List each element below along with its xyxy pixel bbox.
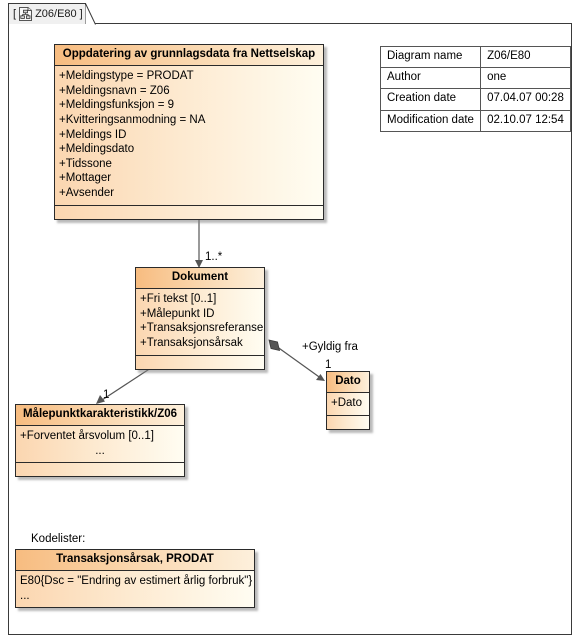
attribute: +Meldingstype = PRODAT bbox=[59, 70, 194, 83]
attribute: +Målepunkt ID bbox=[140, 307, 215, 320]
info-value: one bbox=[480, 67, 571, 90]
class-attributes: E80{Dsc = "Endring av estimert årlig for… bbox=[16, 571, 254, 607]
attribute: +Tidssone bbox=[59, 157, 112, 170]
class-box-malepunktkarakteristikk[interactable]: Målepunktkarakteristikk/Z06 +Forventet å… bbox=[15, 404, 185, 478]
info-key: Modification date bbox=[379, 109, 482, 132]
tab-bracket-open: [ bbox=[13, 7, 17, 20]
tab-skew-edge bbox=[85, 3, 96, 25]
class-attributes: +Meldingstype = PRODAT +Meldingsnavn = Z… bbox=[55, 66, 323, 206]
class-title: Dokument bbox=[136, 268, 264, 290]
attribute: +Meldings ID bbox=[59, 128, 127, 141]
attribute: +Meldingsfunksjon = 9 bbox=[59, 99, 175, 112]
tab-bracket-close: ] bbox=[79, 7, 83, 20]
kodelister-heading: Kodelister: bbox=[31, 533, 86, 545]
class-box-dato[interactable]: Dato +Dato bbox=[326, 371, 370, 430]
info-key: Diagram name bbox=[379, 45, 482, 69]
class-attributes: +Forventet årsvolum [0..1] ... bbox=[16, 426, 184, 464]
class-box-oppdatering[interactable]: Oppdatering av grunnlagsdata fra Nettsel… bbox=[54, 44, 324, 220]
class-title: Målepunktkarakteristikk/Z06 bbox=[16, 405, 184, 427]
class-box-dokument[interactable]: Dokument +Fri tekst [0..1] +Målepunkt ID… bbox=[135, 267, 265, 370]
attribute: +Transaksjonsreferanse bbox=[140, 322, 264, 335]
attribute: +Meldingsdato bbox=[59, 143, 135, 156]
diagram-info-table: Diagram name Z06/E80 Author one Creation… bbox=[379, 45, 571, 132]
info-value: Z06/E80 bbox=[480, 45, 571, 69]
table-row: Creation date 07.04.07 00:28 bbox=[379, 88, 571, 111]
multiplicity-dokument: 1..* bbox=[205, 251, 223, 263]
info-key: Creation date bbox=[379, 88, 482, 111]
attribute: +Mottager bbox=[59, 172, 112, 185]
class-operations bbox=[327, 416, 369, 429]
attribute: +Meldingsnavn = Z06 bbox=[59, 84, 170, 97]
class-attributes: +Dato bbox=[327, 393, 369, 416]
multiplicity-dato: 1 bbox=[325, 359, 332, 371]
class-title: Oppdatering av grunnlagsdata fra Nettsel… bbox=[55, 45, 323, 67]
table-row: Modification date 02.10.07 12:54 bbox=[379, 109, 571, 132]
info-value: 07.04.07 00:28 bbox=[480, 88, 571, 111]
attribute: ... bbox=[95, 444, 105, 457]
attribute: +Fri tekst [0..1] bbox=[140, 293, 217, 306]
attribute: +Kvitteringsanmodning = NA bbox=[59, 114, 206, 126]
class-operations bbox=[136, 356, 264, 369]
class-title: Dato bbox=[327, 372, 369, 394]
tab-label: Z06/E80 bbox=[35, 7, 77, 20]
role-gyldig-fra: +Gyldig fra bbox=[302, 341, 358, 353]
info-key: Author bbox=[379, 67, 482, 90]
diagram-canvas[interactable]: Diagram name Z06/E80 Author one Creation… bbox=[8, 23, 572, 635]
table-row: Author one bbox=[379, 67, 571, 90]
class-operations bbox=[55, 206, 323, 219]
uml-diagram-window: [ Z06/E80 ] Diagram name Z06/E80 Author … bbox=[0, 0, 580, 643]
class-operations bbox=[16, 463, 184, 476]
table-row: Diagram name Z06/E80 bbox=[379, 45, 571, 69]
attribute: +Forventet årsvolum [0..1] bbox=[20, 430, 154, 443]
class-title: Transaksjonsårsak, PRODAT bbox=[16, 550, 254, 572]
multiplicity-malepunkt: 1 bbox=[103, 389, 110, 401]
class-box-kodeliste-transaksjonsarsak[interactable]: Transaksjonsårsak, PRODAT E80{Dsc = "End… bbox=[15, 549, 255, 609]
class-diagram-icon bbox=[19, 7, 33, 21]
attribute: +Avsender bbox=[59, 186, 115, 199]
attribute: +Dato bbox=[331, 397, 363, 410]
attribute: +Transaksjonsårsak bbox=[140, 337, 243, 349]
attribute: ... bbox=[20, 589, 30, 602]
attribute: E80{Dsc = "Endring av estimert årlig for… bbox=[20, 575, 253, 588]
info-value: 02.10.07 12:54 bbox=[480, 109, 571, 132]
diagram-tab[interactable]: [ Z06/E80 ] bbox=[8, 3, 86, 24]
class-attributes: +Fri tekst [0..1] +Målepunkt ID +Transak… bbox=[136, 289, 264, 356]
